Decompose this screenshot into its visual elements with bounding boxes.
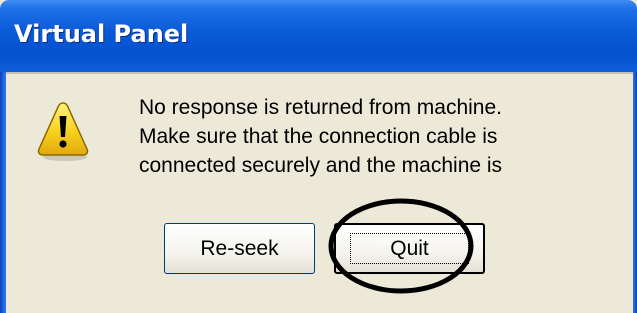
re-seek-button[interactable]: Re-seek xyxy=(164,223,315,274)
message-line: connected securely and the machine is xyxy=(139,154,503,177)
window-border-left xyxy=(0,72,6,313)
message-text: No response is returned from machine. Ma… xyxy=(139,93,619,180)
message-line: Make sure that the connection cable is xyxy=(139,125,498,148)
warning-icon xyxy=(37,102,89,161)
window-title: Virtual Panel xyxy=(14,20,189,48)
window-border-right xyxy=(633,72,637,313)
client-area-edge xyxy=(6,72,633,74)
message-line: No response is returned from machine. xyxy=(139,96,502,119)
quit-button-label: Quit xyxy=(390,236,429,260)
quit-button[interactable]: Quit xyxy=(334,223,485,274)
virtual-panel-dialog: Virtual Panel No response is returned fr… xyxy=(0,0,637,313)
re-seek-button-label: Re-seek xyxy=(200,236,279,260)
title-bar[interactable]: Virtual Panel xyxy=(0,0,637,72)
